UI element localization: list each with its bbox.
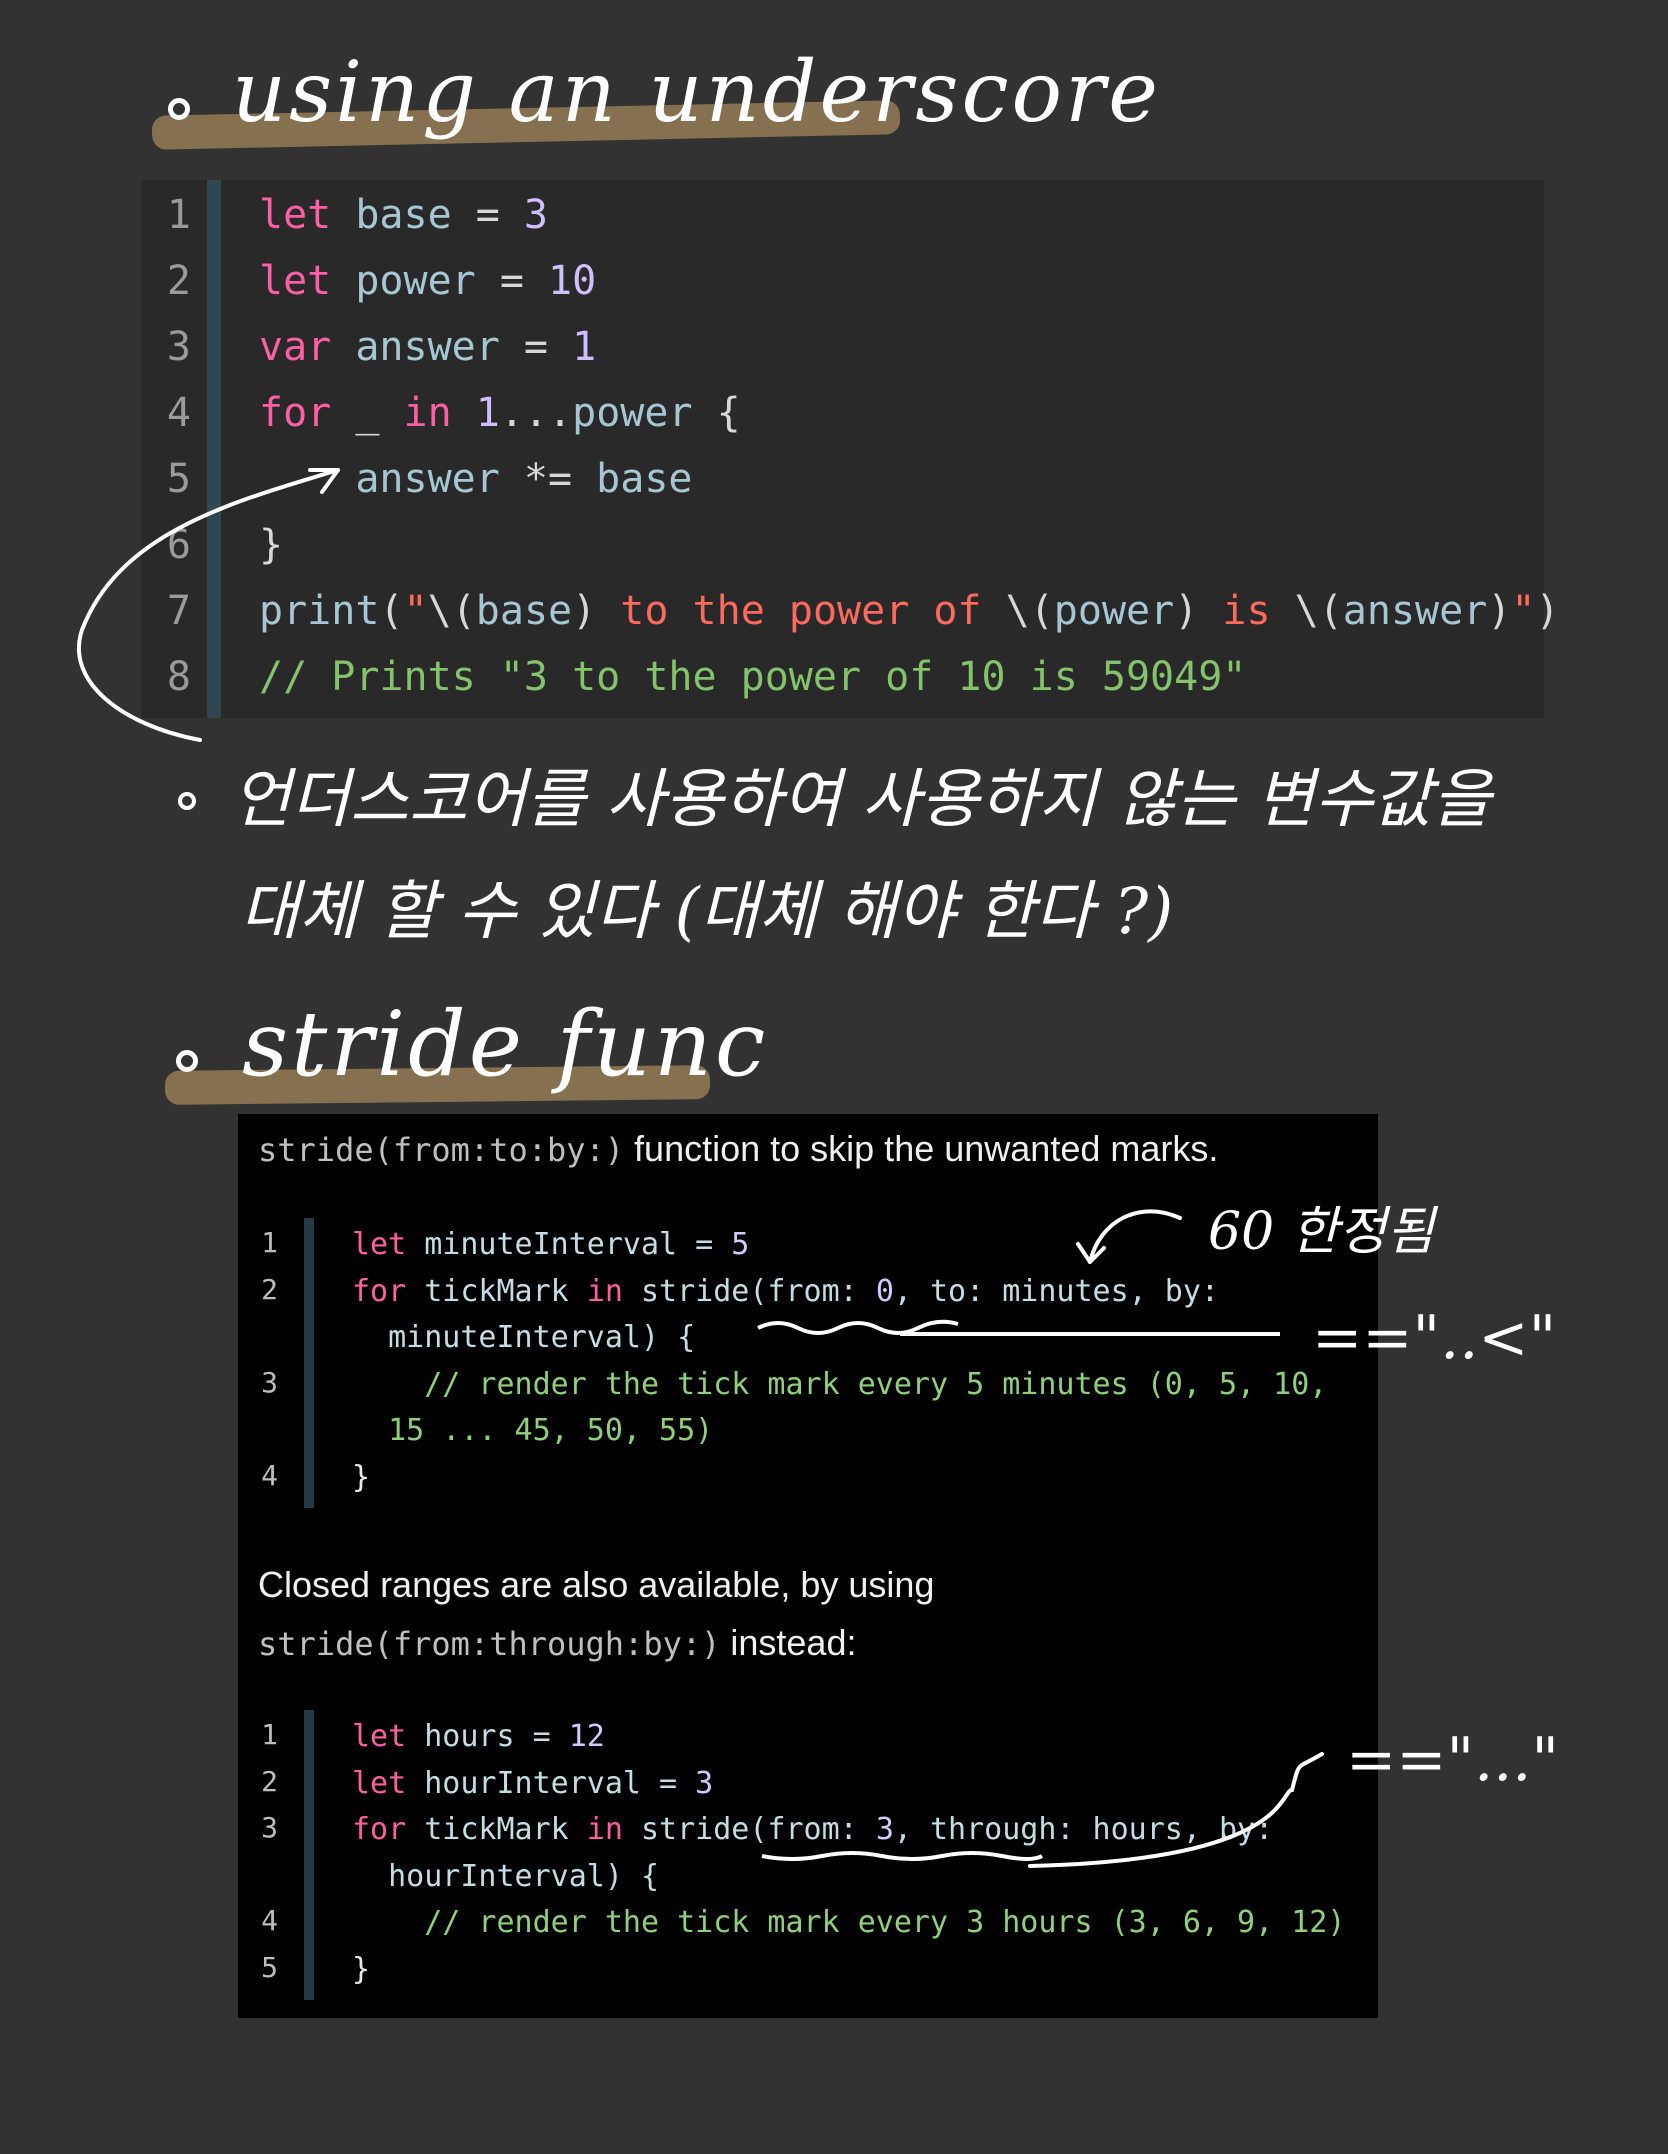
annotation-half-open: =="..<" — [1312, 1303, 1557, 1373]
squiggle-annotations — [757, 1209, 1324, 1868]
annotation-60-limited: 60 한정됨 — [1208, 1202, 1435, 1262]
annotation-closed: =="..." — [1346, 1725, 1559, 1795]
